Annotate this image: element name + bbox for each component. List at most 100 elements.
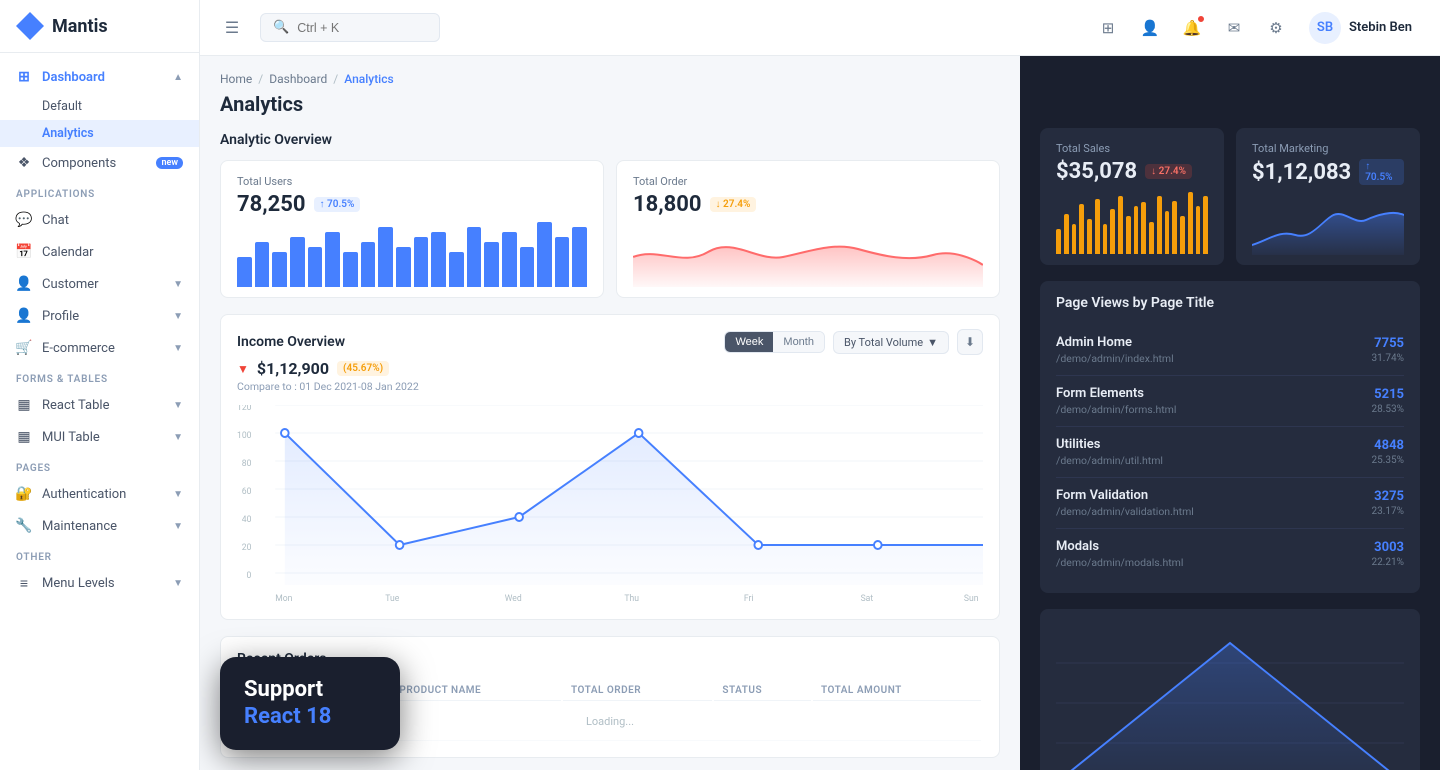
chart-bar	[484, 242, 499, 287]
section-forms-tables: Forms & Tables	[0, 364, 199, 389]
pv-pct: 22.21%	[1372, 557, 1404, 568]
time-period-toggle: Week Month	[724, 331, 825, 353]
notifications-button[interactable]: 🔔	[1175, 11, 1209, 45]
total-marketing-row: $1,12,083 ↑ 70.5%	[1252, 159, 1404, 185]
sidebar-item-default[interactable]: Default	[0, 93, 199, 120]
sidebar-customer-label: Customer	[42, 277, 99, 292]
week-button[interactable]: Week	[725, 332, 773, 352]
page-view-item: Form Validation /demo/admin/validation.h…	[1056, 478, 1404, 529]
search-input[interactable]	[297, 21, 427, 35]
sidebar-item-mui-table[interactable]: ▦ MUI Table ▼	[0, 421, 199, 453]
dark-stat-cards: Total Sales $35,078 ↓ 27.4% Total Market…	[1040, 128, 1420, 265]
sidebar-item-menu-levels[interactable]: ≡ Menu Levels ▼	[0, 567, 199, 599]
chart-bar	[467, 227, 482, 287]
chart-bar	[255, 242, 270, 287]
total-sales-value: $35,078	[1056, 159, 1137, 184]
sidebar-item-ecommerce[interactable]: 🛒 E-commerce ▼	[0, 332, 199, 364]
messages-button[interactable]: ✉	[1217, 11, 1251, 45]
sidebar-item-react-table[interactable]: ▦ React Table ▼	[0, 389, 199, 421]
month-button[interactable]: Month	[773, 332, 824, 352]
svg-text:20: 20	[242, 543, 252, 553]
profile-icon: 👤	[16, 308, 32, 324]
total-marketing-badge: ↑ 70.5%	[1359, 159, 1404, 185]
chart-bar	[1064, 214, 1069, 254]
main-wrapper: ☰ 🔍 ⊞ 👤 🔔 ✉ ⚙ SB Stebin Ben	[200, 0, 1440, 770]
settings-button[interactable]: ⚙	[1259, 11, 1293, 45]
total-users-badge: ↑ 70.5%	[314, 197, 361, 212]
sidebar-calendar-label: Calendar	[42, 245, 94, 260]
content-dark: Total Sales $35,078 ↓ 27.4% Total Market…	[1020, 56, 1440, 770]
sidebar-react-table-label: React Table	[42, 398, 109, 413]
total-users-value: 78,250	[237, 192, 306, 217]
svg-text:Sun: Sun	[964, 594, 979, 604]
sidebar-item-dashboard[interactable]: ⊞ Dashboard ▲	[0, 61, 199, 93]
support-react-popup[interactable]: Support React 18	[220, 657, 400, 750]
download-button[interactable]: ⬇	[957, 329, 983, 355]
income-header: Income Overview Week Month By Total Volu…	[237, 329, 983, 355]
sidebar-nav: ⊞ Dashboard ▲ Default Analytics ❖ Compon…	[0, 53, 199, 770]
analytic-overview-title: Analytic Overview	[220, 132, 1000, 148]
col-product: PRODUCT NAME	[391, 681, 561, 701]
sidebar-item-chat[interactable]: 💬 Chat	[0, 204, 199, 236]
total-users-card: Total Users 78,250 ↑ 70.5%	[220, 160, 604, 298]
income-chart: 120 100 80 60 40 20 0	[237, 405, 983, 605]
user-menu[interactable]: SB Stebin Ben	[1301, 8, 1420, 48]
breadcrumb-home[interactable]: Home	[220, 72, 252, 86]
pv-url: /demo/admin/modals.html	[1056, 556, 1183, 569]
chart-bar	[1149, 222, 1154, 254]
mui-table-icon: ▦	[16, 429, 32, 445]
total-users-row: 78,250 ↑ 70.5%	[237, 192, 587, 217]
sidebar-item-components[interactable]: ❖ Components new	[0, 147, 199, 179]
chart-bar	[325, 232, 340, 287]
search-box[interactable]: 🔍	[260, 13, 440, 42]
breadcrumb-sep1: /	[258, 72, 263, 86]
sidebar-dashboard-label: Dashboard	[42, 70, 105, 85]
apps-button[interactable]: ⊞	[1091, 11, 1125, 45]
chevron-right-icon6: ▼	[173, 489, 183, 500]
chart-bar	[1157, 196, 1162, 254]
total-marketing-label: Total Marketing	[1252, 142, 1404, 155]
sidebar-item-profile[interactable]: 👤 Profile ▼	[0, 300, 199, 332]
income-badge: (45.67%)	[337, 361, 389, 376]
page-view-item: Modals /demo/admin/modals.html 3003 22.2…	[1056, 529, 1404, 579]
chart-bar	[343, 252, 358, 287]
sidebar-item-calendar[interactable]: 📅 Calendar	[0, 236, 199, 268]
col-status: STATUS	[714, 681, 811, 701]
total-order-value: 18,800	[633, 192, 702, 217]
sidebar-logo[interactable]: Mantis	[0, 0, 199, 53]
sidebar-chat-label: Chat	[42, 213, 69, 228]
sidebar-item-maintenance[interactable]: 🔧 Maintenance ▼	[0, 510, 199, 542]
total-order-badge: ↓ 27.4%	[710, 197, 757, 212]
breadcrumb-dashboard[interactable]: Dashboard	[269, 72, 327, 86]
section-other: Other	[0, 542, 199, 567]
svg-text:Mon: Mon	[275, 594, 292, 604]
page-views-list: Admin Home /demo/admin/index.html 7755 3…	[1056, 325, 1404, 579]
user-switch-button[interactable]: 👤	[1133, 11, 1167, 45]
chart-bar	[431, 232, 446, 287]
sidebar-item-analytics[interactable]: Analytics	[0, 120, 199, 147]
chevron-down-icon: ▼	[927, 336, 938, 349]
chart-bar	[537, 222, 552, 287]
chevron-right-icon8: ▼	[173, 578, 183, 589]
volume-select[interactable]: By Total Volume ▼	[833, 331, 949, 354]
svg-text:80: 80	[242, 459, 252, 469]
page-view-item: Form Elements /demo/admin/forms.html 521…	[1056, 376, 1404, 427]
page-title: Analytics	[220, 92, 1000, 116]
svg-text:100: 100	[237, 431, 252, 441]
section-applications: Applications	[0, 179, 199, 204]
pv-name: Utilities	[1056, 437, 1163, 452]
sidebar-components-label: Components	[42, 156, 116, 171]
sidebar-item-authentication[interactable]: 🔐 Authentication ▼	[0, 478, 199, 510]
sidebar-item-customer[interactable]: 👤 Customer ▼	[0, 268, 199, 300]
support-text-line2: React 18	[244, 704, 376, 730]
chart-bar	[1180, 216, 1185, 254]
pv-left: Admin Home /demo/admin/index.html	[1056, 335, 1174, 365]
total-users-chart	[237, 227, 587, 287]
table-icon: ▦	[16, 397, 32, 413]
total-marketing-chart	[1252, 195, 1404, 255]
chart-bar	[1196, 206, 1201, 254]
chart-bar	[1056, 229, 1061, 254]
chart-bar	[1072, 224, 1077, 254]
menu-toggle-button[interactable]: ☰	[216, 12, 248, 44]
chart-bar	[572, 227, 587, 287]
